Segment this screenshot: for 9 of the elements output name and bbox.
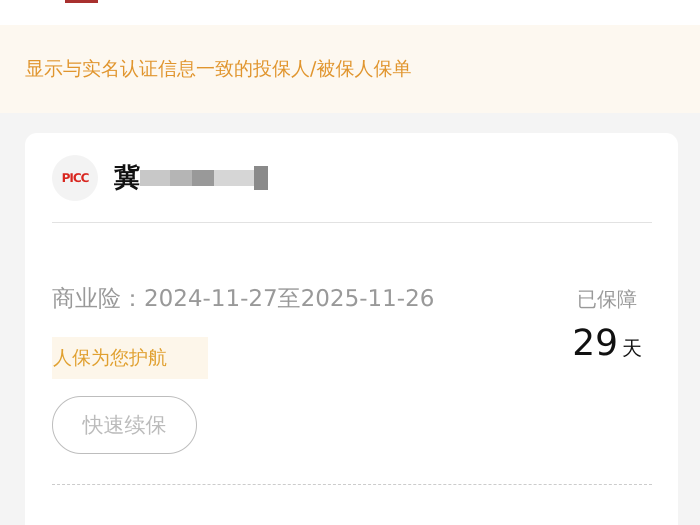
- days-count: 29: [572, 323, 618, 364]
- logo-icon: [65, 0, 98, 3]
- days-unit: 天: [622, 335, 642, 362]
- coverage-period: 商业险：2024-11-27至2025-11-26: [52, 285, 434, 314]
- slogan-tag: 人保为您护航: [52, 337, 208, 379]
- holder-name: 冀: [114, 162, 140, 195]
- notice-text: 显示与实名认证信息一致的投保人/被保人保单: [25, 57, 412, 82]
- logo-text: PICC: [62, 170, 88, 184]
- protected-label: 已保障: [577, 286, 638, 313]
